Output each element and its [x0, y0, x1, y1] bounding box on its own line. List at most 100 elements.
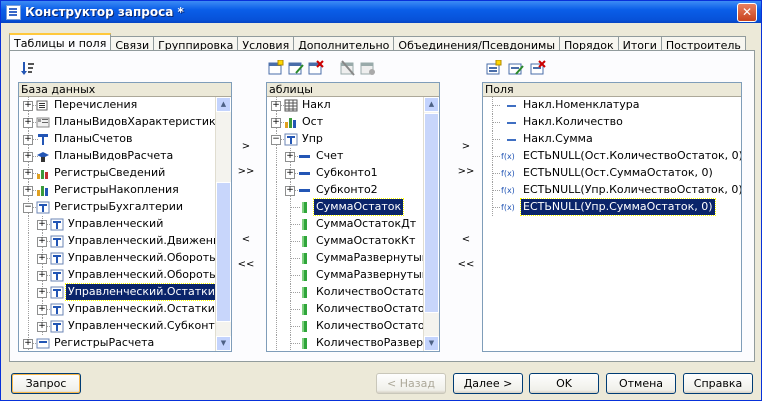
delete-table-icon[interactable]: [308, 60, 324, 76]
field-item-label: Накл.Номенклатура: [523, 98, 640, 111]
expand-icon[interactable]: +: [37, 237, 47, 247]
accounting-register-icon: [50, 286, 64, 299]
field-item[interactable]: Накл.Сумма: [483, 131, 741, 148]
tree-item[interactable]: СуммаОстатокДт: [267, 216, 424, 233]
expand-icon[interactable]: +: [37, 220, 47, 230]
tree-item[interactable]: + Субконто2: [267, 182, 424, 199]
edit-field-icon[interactable]: [508, 60, 524, 76]
ok-button[interactable]: OK: [529, 373, 599, 394]
scroll-thumb[interactable]: [424, 113, 439, 313]
expand-icon[interactable]: +: [23, 135, 33, 145]
scroll-down-icon[interactable]: ▼: [424, 336, 439, 351]
expand-icon[interactable]: +: [285, 186, 295, 196]
tree-item[interactable]: + Управленческий: [19, 216, 216, 233]
expand-icon[interactable]: +: [23, 152, 33, 162]
scroll-up-icon[interactable]: ▲: [424, 97, 439, 112]
expand-icon[interactable]: +: [271, 101, 281, 111]
expand-icon[interactable]: +: [37, 322, 47, 332]
move-right-button[interactable]: >: [235, 138, 257, 156]
accounting-register-icon: [50, 269, 64, 282]
move-left-button[interactable]: <: [235, 231, 257, 249]
field-item[interactable]: f(x) ЕСТЬNULL(Ост.СуммаОстаток, 0): [483, 165, 741, 182]
tree-item[interactable]: КоличествоОстатокКт: [267, 318, 424, 335]
expand-icon[interactable]: +: [23, 339, 33, 349]
move-left-button[interactable]: <: [455, 231, 477, 249]
field-item[interactable]: f(x) ЕСТЬNULL(Упр.КоличествоОстаток, 0): [483, 182, 741, 199]
move-right-button[interactable]: >: [455, 138, 477, 156]
field-item[interactable]: f(x) ЕСТЬNULL(Упр.СуммаОстаток, 0): [483, 198, 741, 216]
tree-item[interactable]: + Управленческий.Остатки: [19, 283, 216, 301]
replace-table-icon[interactable]: [340, 60, 356, 76]
field-item[interactable]: f(x) ЕСТЬNULL(Ост.КоличествоОстаток, 0): [483, 148, 741, 165]
fields-list-panel[interactable]: Поля Накл.Номенклатура Накл.Количество Нак…: [482, 82, 742, 352]
tree-item[interactable]: + РегистрыРасчета: [19, 335, 216, 351]
move-all-right-button[interactable]: >>: [455, 163, 477, 181]
add-field-icon[interactable]: [486, 59, 502, 76]
edit-table-icon[interactable]: [288, 60, 304, 76]
expand-icon[interactable]: +: [271, 118, 281, 128]
tree-item[interactable]: + Управленческий.Обороты: [19, 250, 216, 267]
expand-icon[interactable]: +: [285, 169, 295, 179]
chart-of-accounts-icon: [36, 133, 50, 146]
expand-icon[interactable]: +: [37, 254, 47, 264]
tree-item[interactable]: + Управленческий.Обороты: [19, 267, 216, 284]
close-button[interactable]: ✕: [737, 3, 757, 22]
tree-item[interactable]: + РегистрыСведений: [19, 165, 216, 182]
expand-icon[interactable]: +: [23, 118, 33, 128]
expand-icon[interactable]: +: [23, 186, 33, 196]
tree-item[interactable]: + ПланыВидовХарактеристик: [19, 114, 216, 131]
expand-icon[interactable]: +: [285, 152, 295, 162]
cancel-button[interactable]: Отмена: [606, 373, 676, 394]
scroll-thumb[interactable]: [216, 182, 231, 322]
tree-item[interactable]: + Ост: [267, 114, 424, 131]
tree-item[interactable]: СуммаРазвернутыйОс: [267, 267, 424, 284]
tables-tree-panel[interactable]: аблицы + Накл + Ост − Упр + Счет + Субконто1 + Субк…: [266, 82, 440, 352]
move-all-left-button[interactable]: <<: [455, 256, 477, 274]
collapse-icon[interactable]: −: [23, 203, 33, 213]
tree-item[interactable]: + Управленческий.Субконто: [19, 318, 216, 335]
expand-icon[interactable]: +: [37, 271, 47, 281]
field-item[interactable]: Накл.Номенклатура: [483, 97, 741, 114]
tree-item[interactable]: КоличествоОстаток: [267, 284, 424, 301]
database-tree-panel[interactable]: База данных + Перечисления + ПланыВидовХара…: [18, 82, 232, 352]
expand-icon[interactable]: +: [37, 288, 47, 298]
tree-item[interactable]: + ПланыСчетов: [19, 131, 216, 148]
tree-item[interactable]: + Перечисления: [19, 97, 216, 114]
table-properties-icon[interactable]: [360, 60, 376, 76]
tree-item[interactable]: + Накл: [267, 97, 424, 114]
scroll-up-icon[interactable]: ▲: [216, 97, 231, 112]
scroll-down-icon[interactable]: ▼: [216, 336, 231, 351]
tree-item[interactable]: + Субконто1: [267, 165, 424, 182]
tree-item[interactable]: + Управленческий.ОстаткиИ: [19, 301, 216, 318]
tree-item[interactable]: + Счет: [267, 148, 424, 165]
tree-item[interactable]: СуммаОстатокКт: [267, 233, 424, 250]
move-all-left-button[interactable]: <<: [235, 256, 257, 274]
tree-item[interactable]: − РегистрыБухгалтерии: [19, 199, 216, 216]
tree-line: [492, 207, 500, 208]
tree-item[interactable]: СуммаРазвернутыйОс: [267, 250, 424, 267]
back-button[interactable]: < Назад: [376, 373, 446, 394]
tree-item-label: СуммаРазвернутыйОс: [316, 268, 424, 281]
query-button[interactable]: Запрос: [11, 373, 81, 394]
next-button[interactable]: Далее >: [453, 373, 523, 394]
database-scrollbar[interactable]: ▲ ▼: [215, 97, 231, 351]
tree-item[interactable]: КоличествоРазвернут: [267, 335, 424, 351]
help-button[interactable]: Справка: [683, 373, 753, 394]
delete-field-icon[interactable]: [530, 60, 546, 76]
tree-item[interactable]: − Упр: [267, 131, 424, 148]
move-all-right-button[interactable]: >>: [235, 163, 257, 181]
title-bar[interactable]: Конструктор запроса * ✕: [1, 1, 761, 23]
add-table-icon[interactable]: [268, 59, 284, 76]
tree-item[interactable]: + ПланыВидовРасчета: [19, 148, 216, 165]
tree-item[interactable]: + РегистрыНакопления: [19, 182, 216, 199]
tree-item[interactable]: КоличествоОстатокДт: [267, 301, 424, 318]
toolbar-sort-icon[interactable]: [20, 60, 36, 76]
expand-icon[interactable]: +: [23, 101, 33, 111]
field-item[interactable]: Накл.Количество: [483, 114, 741, 131]
tables-scrollbar[interactable]: ▲ ▼: [423, 97, 439, 351]
collapse-icon[interactable]: −: [271, 135, 281, 145]
expand-icon[interactable]: +: [23, 169, 33, 179]
tree-item[interactable]: СуммаОстаток: [267, 198, 424, 216]
tree-item[interactable]: + Управленческий.Движени: [19, 233, 216, 250]
expand-icon[interactable]: +: [37, 305, 47, 315]
